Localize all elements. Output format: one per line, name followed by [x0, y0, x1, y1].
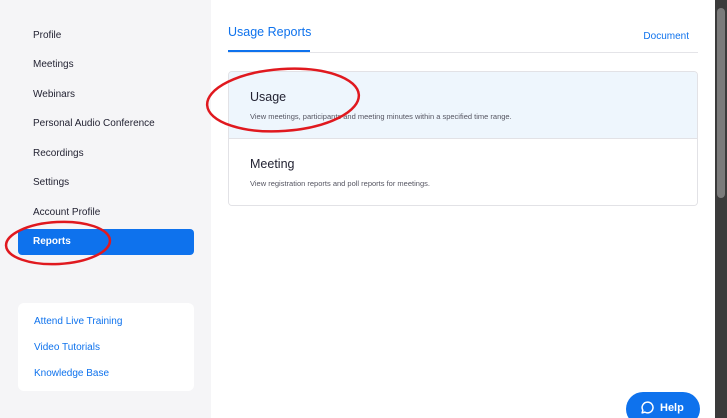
main-content: Usage Reports Document Usage View meetin…	[211, 0, 715, 418]
sidebar-item-reports[interactable]: Reports	[18, 229, 194, 255]
meeting-card-description: View registration reports and poll repor…	[250, 179, 430, 188]
attend-live-training-link[interactable]: Attend Live Training	[34, 316, 122, 327]
usage-card-title: Usage	[250, 90, 287, 104]
sidebar-item-account-profile[interactable]: Account Profile	[33, 207, 100, 218]
sidebar-item-personal-audio-conference[interactable]: Personal Audio Conference	[33, 118, 155, 129]
usage-card-description: View meetings, participants and meeting …	[250, 112, 512, 121]
help-links-panel: Attend Live Training Video Tutorials Kno…	[18, 303, 194, 391]
report-cards: Usage View meetings, participants and me…	[228, 71, 698, 206]
help-button-label: Help	[660, 402, 684, 414]
meeting-card-title: Meeting	[250, 157, 295, 171]
sidebar-item-profile[interactable]: Profile	[33, 30, 61, 41]
sidebar: Profile Meetings Webinars Personal Audio…	[0, 0, 211, 418]
sidebar-item-recordings[interactable]: Recordings	[33, 148, 84, 159]
sidebar-item-meetings[interactable]: Meetings	[33, 59, 74, 70]
sidebar-item-settings[interactable]: Settings	[33, 177, 69, 188]
chat-bubble-icon	[641, 401, 654, 414]
header-divider	[228, 52, 698, 53]
tab-usage-reports[interactable]: Usage Reports	[228, 25, 311, 39]
usage-report-card[interactable]: Usage View meetings, participants and me…	[229, 72, 697, 139]
document-link[interactable]: Document	[643, 31, 689, 42]
help-button[interactable]: Help	[626, 392, 700, 418]
video-tutorials-link[interactable]: Video Tutorials	[34, 342, 100, 353]
sidebar-item-webinars[interactable]: Webinars	[33, 89, 75, 100]
knowledge-base-link[interactable]: Knowledge Base	[34, 368, 109, 379]
meeting-report-card[interactable]: Meeting View registration reports and po…	[229, 139, 697, 205]
page-scrollbar[interactable]	[715, 0, 727, 418]
scrollbar-thumb[interactable]	[717, 8, 725, 198]
